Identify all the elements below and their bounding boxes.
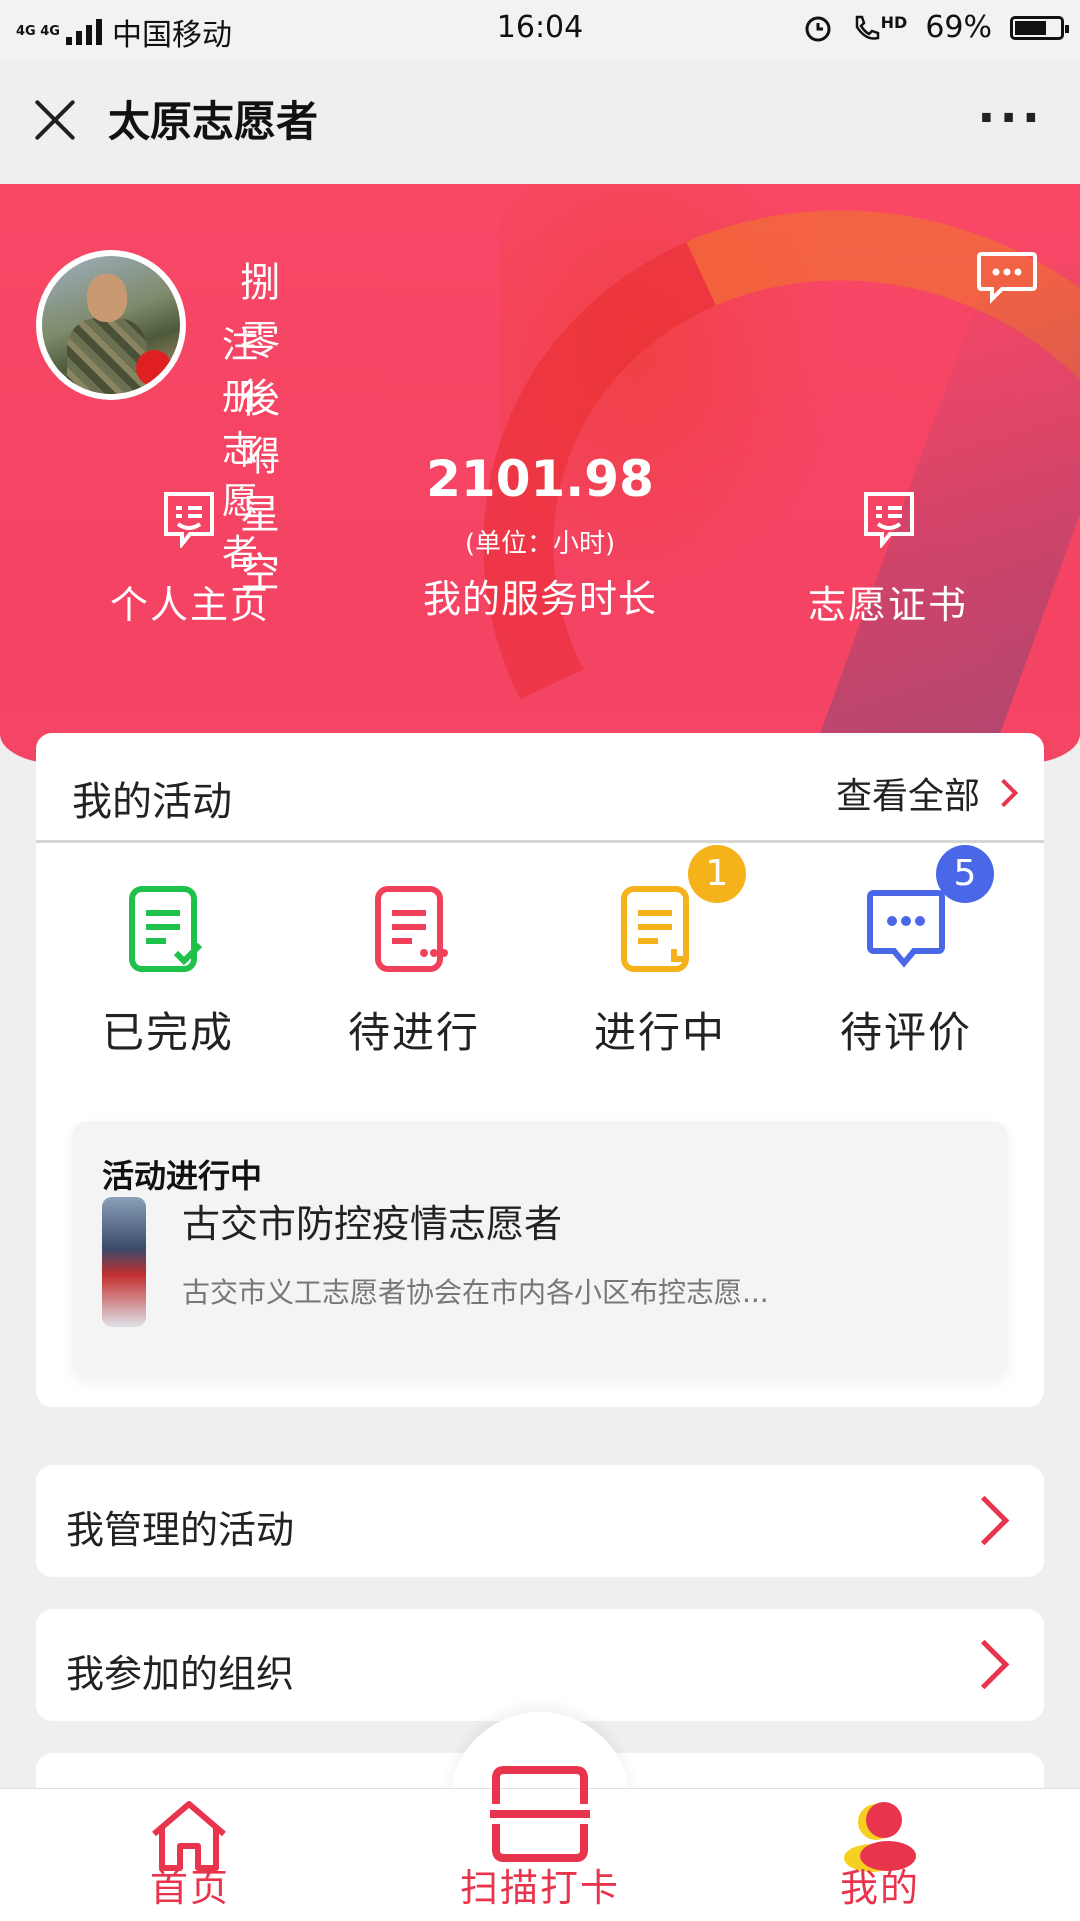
card-header: 我的活动 查看全部: [36, 733, 1044, 843]
review-badge: 5: [936, 845, 994, 903]
pending-icon: [375, 886, 448, 972]
row-label: 我参加的组织: [66, 1652, 295, 1696]
profile-page-icon[interactable]: [162, 490, 216, 548]
message-icon[interactable]: [976, 250, 1038, 304]
managed-activities-row[interactable]: 我管理的活动: [36, 1465, 1044, 1577]
review-icon: [867, 890, 945, 968]
page-title: 太原志愿者: [108, 97, 319, 146]
service-hours-unit: (单位：小时): [464, 529, 616, 559]
ongoing-activity-card[interactable]: 活动进行中 古交市防控疫情志愿者 古交市义工志愿者协会在市内各小区布控志愿...: [72, 1121, 1008, 1377]
status-label: 待评价: [839, 1008, 972, 1057]
activity-title: 古交市防控疫情志愿者: [182, 1202, 563, 1246]
avatar-image: [42, 256, 180, 394]
tab-home[interactable]: 首页: [110, 1788, 270, 1920]
completed-icon: [129, 886, 203, 972]
card-title: 我的活动: [72, 779, 232, 825]
chevron-right-icon: [989, 778, 1019, 808]
view-all-label: 查看全部: [835, 776, 980, 817]
nav-bar: 太原志愿者 ···: [0, 60, 1080, 184]
scan-icon: [490, 1766, 590, 1862]
activity-thumbnail: [102, 1197, 146, 1327]
my-activities-card: 我的活动 查看全部 已完成 待进行 进行中 1 待评价 5 活动进行中 古交市防…: [36, 733, 1044, 1407]
battery-icon: [1010, 15, 1069, 40]
status-label: 进行中: [593, 1008, 726, 1057]
user-role: 注册志愿者: [222, 325, 259, 574]
flag-icon: [136, 350, 172, 386]
tab-label: 扫描打卡: [459, 1866, 620, 1910]
profile-page-link[interactable]: 个人主页: [90, 574, 290, 629]
activity-description: 古交市义工志愿者协会在市内各小区布控志愿...: [182, 1276, 769, 1309]
service-hours-value: 2101.98: [426, 450, 654, 508]
chevron-right-icon: [959, 1495, 1010, 1546]
row-label: 我管理的活动: [66, 1508, 295, 1552]
status-in-progress[interactable]: 进行中 1: [560, 845, 760, 1060]
close-icon[interactable]: [30, 96, 80, 146]
status-label: 已完成: [101, 1008, 234, 1057]
view-all-link[interactable]: 查看全部: [835, 767, 1019, 819]
tab-label: 首页: [149, 1866, 230, 1910]
ongoing-tag: 活动进行中: [102, 1157, 263, 1195]
chevron-right-icon: [959, 1639, 1010, 1690]
battery-percent: 69%: [925, 10, 992, 45]
joined-orgs-row[interactable]: 我参加的组织: [36, 1609, 1044, 1721]
tab-mine[interactable]: 我的: [800, 1788, 960, 1920]
tab-scan[interactable]: 扫描打卡: [440, 1740, 640, 1920]
more-menu-button[interactable]: ···: [977, 90, 1044, 146]
certificate-link[interactable]: 志愿证书: [788, 574, 988, 629]
alarm-icon: [805, 16, 831, 41]
tab-label: 我的: [839, 1866, 920, 1910]
certificate-icon[interactable]: [862, 490, 916, 548]
status-to-review[interactable]: 待评价 5: [806, 845, 1006, 1060]
service-hours-label[interactable]: 我的服务时长: [340, 568, 740, 623]
in-progress-badge: 1: [688, 845, 746, 903]
status-completed[interactable]: 已完成: [68, 883, 268, 1060]
status-bar: 4G 4G 中国移动 16:04 HD 69%: [0, 0, 1080, 60]
status-pending[interactable]: 待进行: [314, 883, 514, 1060]
status-label: 待进行: [347, 1008, 480, 1057]
avatar[interactable]: [36, 250, 186, 400]
in-progress-icon: [621, 886, 689, 972]
status-right: HD 69%: [803, 10, 1069, 45]
hd-call-icon: HD: [851, 13, 907, 43]
